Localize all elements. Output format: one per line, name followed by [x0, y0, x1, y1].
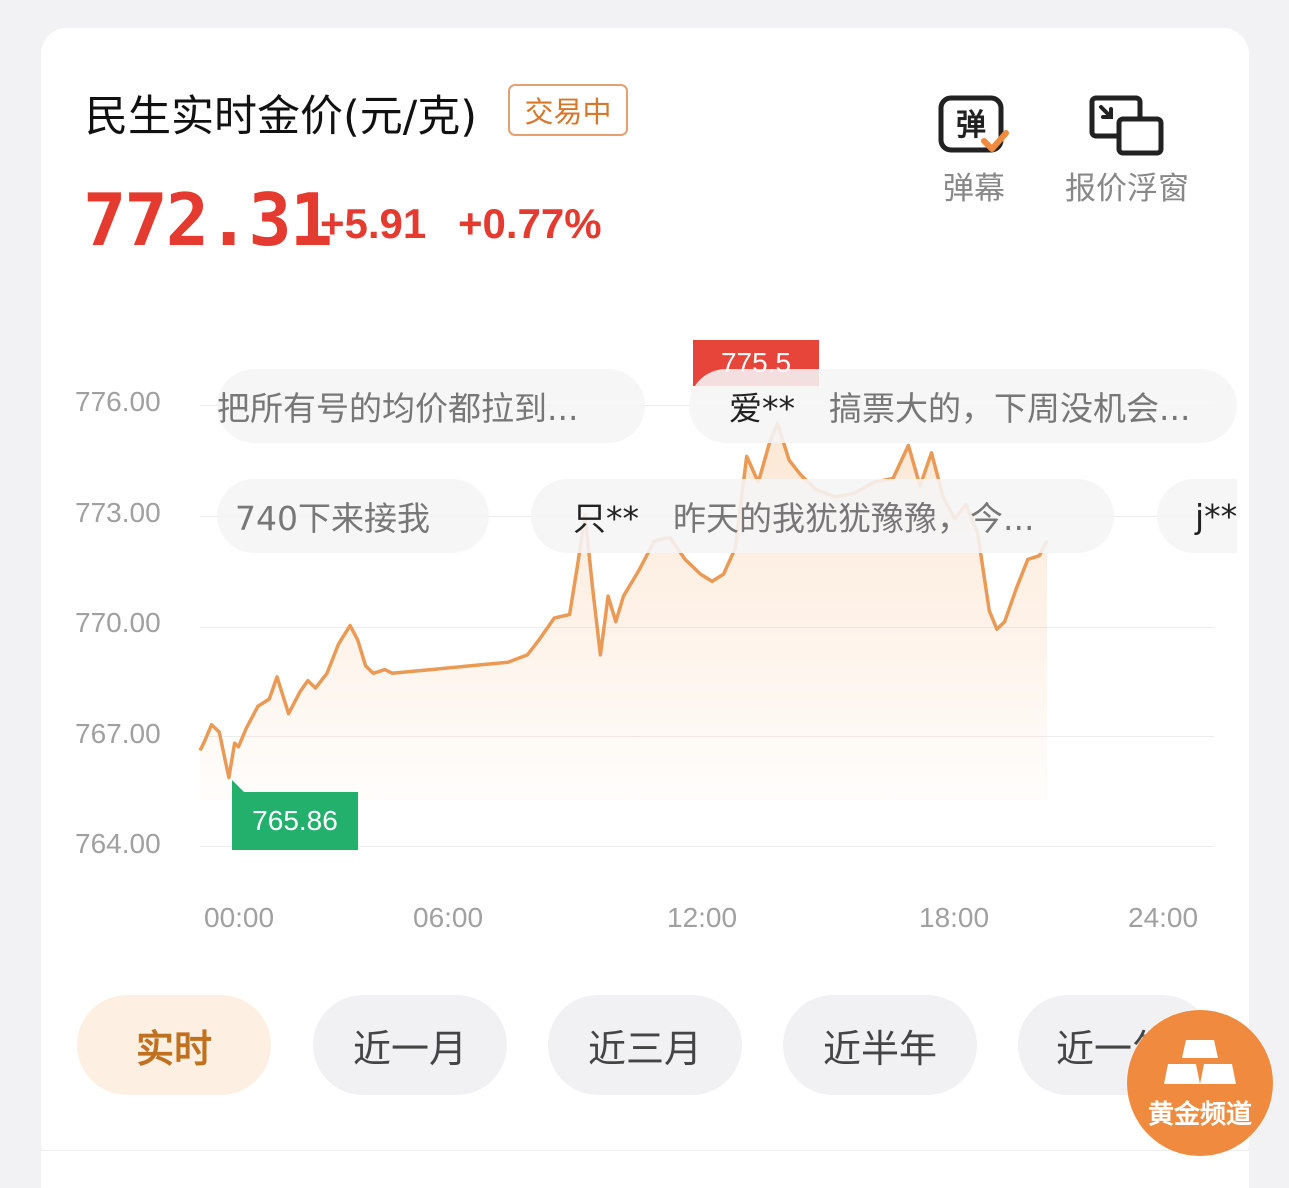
low-price-marker: 765.86	[232, 792, 358, 850]
danmaku-user: 只**	[573, 499, 639, 538]
danmaku-bubble[interactable]: j**	[1157, 479, 1237, 553]
danmaku-text: 搞票大的，下周没机会...	[829, 389, 1191, 428]
tab-three-months[interactable]: 近三月	[548, 995, 742, 1095]
danmaku-bubble[interactable]: 只** 昨天的我犹犹豫豫，今...	[531, 479, 1114, 553]
danmaku-bubble[interactable]: 把所有号的均价都拉到...	[217, 369, 645, 443]
gold-channel-button[interactable]: 黄金频道	[1127, 1010, 1273, 1156]
danmaku-text: 把所有号的均价都拉到...	[217, 389, 579, 428]
danmaku-user: 爱**	[729, 389, 795, 428]
danmaku-text: 740下来接我	[235, 499, 430, 538]
danmaku-user: j**	[1195, 496, 1237, 536]
gold-bars-icon	[1164, 1039, 1236, 1084]
tab-half-year[interactable]: 近半年	[783, 995, 977, 1095]
danmaku-bubble[interactable]: 爱** 搞票大的，下周没机会...	[689, 369, 1237, 443]
gold-channel-label: 黄金频道	[1147, 1099, 1252, 1130]
tab-realtime[interactable]: 实时	[77, 995, 271, 1095]
danmaku-text: 昨天的我犹犹豫豫，今...	[673, 499, 1035, 538]
danmaku-bubble[interactable]: 740下来接我	[217, 479, 489, 553]
tab-one-month[interactable]: 近一月	[313, 995, 507, 1095]
